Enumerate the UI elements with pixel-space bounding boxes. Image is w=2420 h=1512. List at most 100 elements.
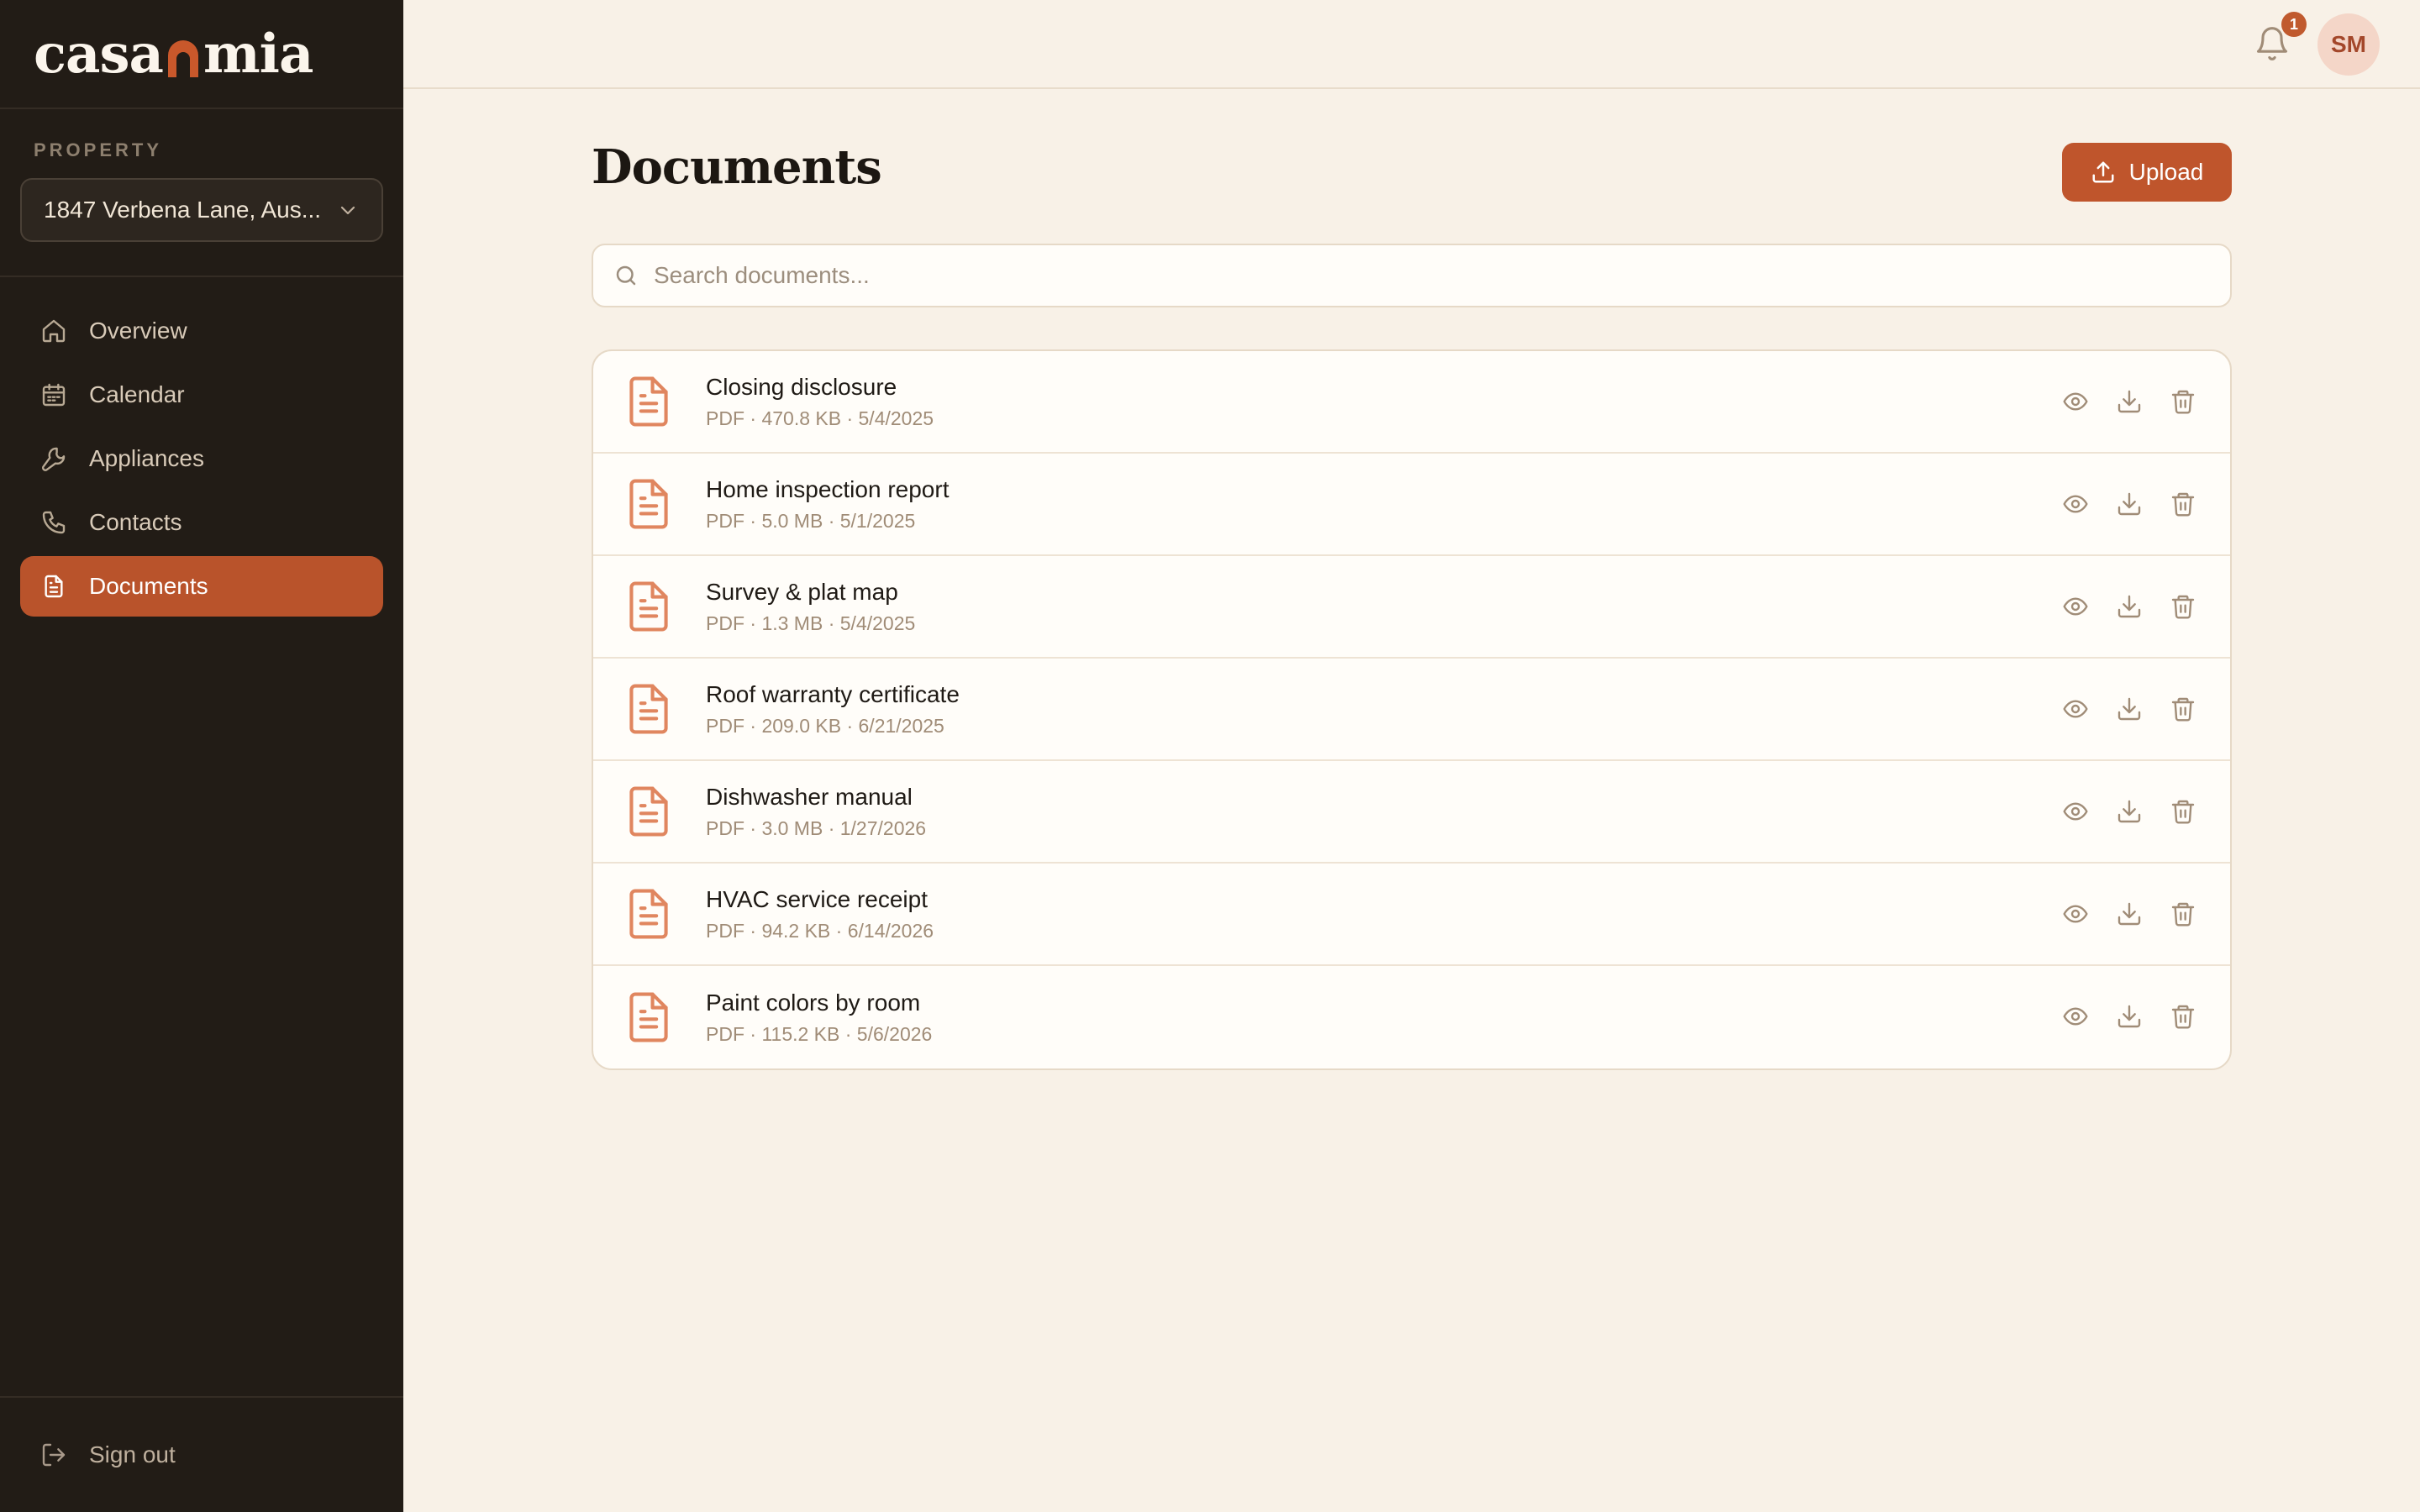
search-input[interactable] <box>654 262 2166 289</box>
sign-out-button[interactable]: Sign out <box>0 1396 403 1512</box>
eye-icon <box>2063 905 2088 923</box>
file-document-icon <box>629 479 668 529</box>
document-meta: PDF · 1.3 MB · 5/4/2025 <box>706 612 916 634</box>
view-button[interactable] <box>2060 796 2091 827</box>
download-button[interactable] <box>2114 694 2144 724</box>
document-meta: PDF · 470.8 KB · 5/4/2025 <box>706 407 934 429</box>
document-text: Dishwasher manual PDF · 3.0 MB · 1/27/20… <box>706 784 926 840</box>
upload-label: Upload <box>2128 159 2204 185</box>
eye-icon <box>2063 597 2088 616</box>
download-button[interactable] <box>2114 489 2144 519</box>
sidebar-item-contacts[interactable]: Contacts <box>20 492 383 553</box>
document-text: HVAC service receipt PDF · 94.2 KB · 6/1… <box>706 886 934 942</box>
sidebar-item-label: Calendar <box>89 381 185 407</box>
document-name[interactable]: HVAC service receipt <box>706 886 934 913</box>
upload-button[interactable]: Upload <box>2062 143 2232 202</box>
delete-button[interactable] <box>2168 1001 2198 1032</box>
file-document-icon <box>629 992 668 1042</box>
page-title: Documents <box>592 139 882 195</box>
delete-button[interactable] <box>2168 386 2198 417</box>
arch-logo-icon <box>167 40 198 77</box>
delete-button[interactable] <box>2168 899 2198 929</box>
download-icon <box>2118 800 2141 823</box>
document-actions <box>2037 864 2198 964</box>
app-logo[interactable]: casa mia <box>34 23 313 86</box>
view-button[interactable] <box>2060 591 2091 622</box>
file-document-icon <box>629 889 668 939</box>
phone-icon <box>42 511 66 534</box>
view-button[interactable] <box>2060 386 2091 417</box>
document-actions <box>2037 351 2198 452</box>
document-name[interactable]: Dishwasher manual <box>706 784 926 811</box>
trash-icon <box>2171 390 2195 414</box>
document-actions <box>2037 454 2198 554</box>
document-name[interactable]: Home inspection report <box>706 476 949 503</box>
delete-button[interactable] <box>2168 694 2198 724</box>
download-button[interactable] <box>2114 386 2144 417</box>
document-text: Survey & plat map PDF · 1.3 MB · 5/4/202… <box>706 579 915 635</box>
sidebar-item-label: Appliances <box>89 445 204 471</box>
chevron-down-icon <box>340 206 355 215</box>
search-bar <box>592 244 2232 307</box>
document-name[interactable]: Roof warranty certificate <box>706 681 960 708</box>
view-button[interactable] <box>2060 489 2091 519</box>
delete-button[interactable] <box>2168 796 2198 827</box>
document-actions <box>2037 659 2198 759</box>
document-text: Paint colors by room PDF · 115.2 KB · 5/… <box>706 990 932 1046</box>
sidebar-item-overview[interactable]: Overview <box>20 301 383 361</box>
sidebar-item-label: Documents <box>89 573 208 599</box>
document-name[interactable]: Closing disclosure <box>706 374 934 401</box>
document-row[interactable]: Paint colors by room PDF · 115.2 KB · 5/… <box>593 966 2230 1068</box>
view-button[interactable] <box>2060 899 2091 929</box>
home-icon <box>42 319 66 343</box>
download-button[interactable] <box>2114 1001 2144 1032</box>
document-name[interactable]: Paint colors by room <box>706 990 932 1016</box>
download-icon <box>2118 390 2141 413</box>
document-name[interactable]: Survey & plat map <box>706 579 915 606</box>
upload-icon <box>2092 161 2114 183</box>
download-icon <box>2118 595 2141 618</box>
sign-out-icon <box>42 1443 66 1467</box>
view-button[interactable] <box>2060 694 2091 724</box>
download-icon <box>2118 492 2141 516</box>
delete-button[interactable] <box>2168 489 2198 519</box>
file-document-icon <box>629 786 668 837</box>
sidebar-item-calendar[interactable]: Calendar <box>20 365 383 425</box>
user-avatar[interactable]: SM <box>2317 13 2380 76</box>
sidebar-item-appliances[interactable]: Appliances <box>20 428 383 489</box>
download-icon <box>2118 902 2141 926</box>
download-icon <box>2118 1005 2141 1028</box>
trash-icon <box>2171 800 2195 824</box>
delete-button[interactable] <box>2168 591 2198 622</box>
document-list: Closing disclosure PDF · 470.8 KB · 5/4/… <box>592 349 2232 1070</box>
document-actions <box>2037 966 2198 1067</box>
document-row[interactable]: Closing disclosure PDF · 470.8 KB · 5/4/… <box>593 351 2230 454</box>
download-button[interactable] <box>2114 591 2144 622</box>
wrench-icon <box>41 447 66 471</box>
document-row[interactable]: Dishwasher manual PDF · 3.0 MB · 1/27/20… <box>593 761 2230 864</box>
view-button[interactable] <box>2060 1001 2091 1032</box>
file-document-icon <box>629 684 668 734</box>
download-button[interactable] <box>2114 796 2144 827</box>
document-row[interactable]: Roof warranty certificate PDF · 209.0 KB… <box>593 659 2230 761</box>
sidebar-nav: Overview Calendar Appliances Contacts Do… <box>0 277 403 643</box>
trash-icon <box>2171 697 2195 722</box>
property-select[interactable]: 1847 Verbena Lane, Aus... <box>20 178 383 242</box>
document-row[interactable]: Home inspection report PDF · 5.0 MB · 5/… <box>593 454 2230 556</box>
document-actions <box>2037 761 2198 862</box>
top-bar: 1 SM <box>403 0 2420 89</box>
download-icon <box>2118 697 2141 721</box>
logo-text-right: mia <box>203 22 313 86</box>
eye-icon <box>2063 495 2088 513</box>
trash-icon <box>2171 492 2195 517</box>
trash-icon <box>2171 902 2195 927</box>
logo-text-left: casa <box>34 22 164 86</box>
document-row[interactable]: HVAC service receipt PDF · 94.2 KB · 6/1… <box>593 864 2230 966</box>
document-meta: PDF · 209.0 KB · 6/21/2025 <box>706 714 944 737</box>
eye-icon <box>2063 802 2088 821</box>
document-row[interactable]: Survey & plat map PDF · 1.3 MB · 5/4/202… <box>593 556 2230 659</box>
sidebar-item-documents[interactable]: Documents <box>20 556 383 617</box>
document-meta: PDF · 3.0 MB · 1/27/2026 <box>706 816 927 839</box>
download-button[interactable] <box>2114 899 2144 929</box>
property-select-value: 1847 Verbena Lane, Aus... <box>44 197 322 223</box>
